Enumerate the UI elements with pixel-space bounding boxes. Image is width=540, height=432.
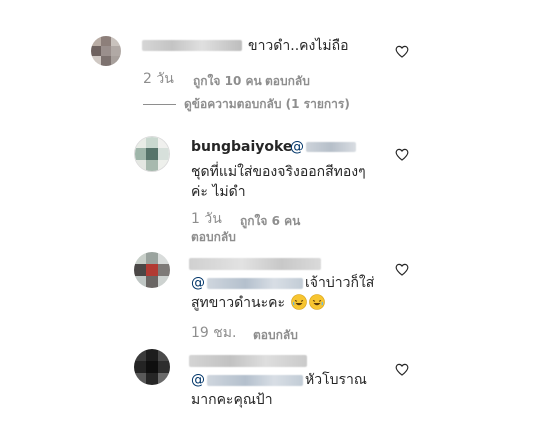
mention-redacted[interactable] xyxy=(207,375,303,386)
rolling-on-floor-laughing-emoji xyxy=(291,294,308,310)
mention-redacted[interactable] xyxy=(306,142,356,152)
comment-text-line-2: ค่ะ ไม่ดำ xyxy=(191,184,246,200)
replies-divider xyxy=(143,104,176,105)
mention-redacted[interactable] xyxy=(207,278,303,289)
likes-count-link[interactable]: ถูกใจ 6 คน xyxy=(240,213,300,229)
avatar[interactable] xyxy=(134,349,170,385)
avatar[interactable] xyxy=(134,252,170,288)
comment-text-line-1: เจ้าบ่าวก็ใส่ xyxy=(305,275,375,291)
avatar[interactable] xyxy=(91,36,121,66)
username-redacted[interactable] xyxy=(189,258,321,270)
rolling-on-floor-laughing-emoji xyxy=(309,294,326,310)
mention[interactable]: @ xyxy=(290,137,304,157)
avatar[interactable] xyxy=(134,136,170,172)
comment-text-line-2: มากคะคุณป้า xyxy=(191,392,273,408)
reply-button[interactable]: ตอบกลับ xyxy=(191,229,236,245)
heart-outline-icon[interactable] xyxy=(395,45,409,58)
heart-outline-icon[interactable] xyxy=(395,363,409,376)
comment-time: 2 วัน xyxy=(143,71,174,87)
mention[interactable]: @ xyxy=(191,370,205,390)
comment-time: 1 วัน xyxy=(191,211,222,227)
comment-text-line-1: ชุดที่แม่ใส่ของจริงออกสีทองๆ xyxy=(191,164,366,180)
heart-outline-icon[interactable] xyxy=(395,263,409,276)
mention[interactable]: @ xyxy=(191,273,205,293)
username-redacted[interactable] xyxy=(142,40,242,51)
heart-outline-icon[interactable] xyxy=(395,148,409,161)
reply-button[interactable]: ตอบกลับ xyxy=(253,327,298,343)
reply-button[interactable]: ตอบกลับ xyxy=(265,73,310,89)
username-redacted[interactable] xyxy=(189,355,307,367)
comment-text: ขาวดำ..คงไม่ถือ xyxy=(248,38,349,54)
likes-count-link[interactable]: ถูกใจ 10 คน xyxy=(193,73,262,89)
username[interactable]: bungbaiyoke xyxy=(191,137,292,157)
comment-text-line-2: สูทขาวดำนะคะ xyxy=(191,293,326,313)
view-replies-link[interactable]: ดูข้อความตอบกลับ (1 รายการ) xyxy=(184,96,350,112)
comment-text-line-1: หัวโบราณ xyxy=(305,372,367,388)
comment-time: 19 ชม. xyxy=(191,325,237,341)
comment-text: สูทขาวดำนะคะ xyxy=(191,295,285,311)
